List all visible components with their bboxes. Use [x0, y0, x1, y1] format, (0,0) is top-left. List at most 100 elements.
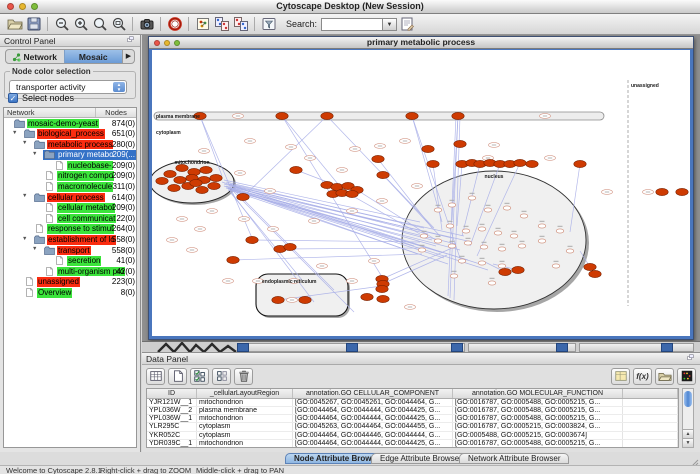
tree-row-biological-process[interactable]: ▼biological_process651(0) [4, 129, 136, 140]
graph-node[interactable] [164, 170, 176, 177]
table-scrollbar[interactable]: ▲ ▼ [682, 388, 694, 448]
expander-icon[interactable]: ▼ [22, 236, 27, 242]
graph-node[interactable] [377, 295, 389, 302]
open-file-icon[interactable] [5, 15, 24, 33]
graph-node[interactable] [464, 241, 472, 245]
graph-node[interactable] [272, 296, 284, 303]
tree-row-nucleobase[interactable]: nucleobase-209(0) [4, 160, 136, 171]
tab-network-attribute-browser[interactable]: Network Attribute Browser [459, 453, 569, 464]
select-attributes-icon[interactable] [190, 368, 209, 385]
graph-node[interactable] [498, 247, 506, 251]
expander-icon[interactable]: ▼ [32, 151, 37, 157]
network-window-titlebar[interactable]: primary metabolic process [149, 37, 693, 49]
graph-node[interactable] [418, 248, 426, 252]
tab-edge-attribute-browser[interactable]: Edge Attribute Browser [371, 453, 471, 464]
graph-node[interactable] [656, 188, 668, 195]
graph-node[interactable] [174, 176, 186, 183]
graph-node[interactable] [434, 239, 442, 243]
table-row[interactable]: YLR295Ccytoplasm[GO:0045263, GO:0044464,… [147, 423, 678, 431]
graph-node[interactable] [372, 155, 384, 162]
graph-node[interactable] [526, 160, 538, 167]
network-graph[interactable]: plasma membranecytoplasmmitochondrionnuc… [152, 50, 690, 336]
table-row[interactable]: YDR039C__1mitochondrion[GO:0044464, GO:0… [147, 440, 678, 448]
background-window-fragment[interactable] [242, 343, 354, 352]
graph-node[interactable] [538, 239, 546, 243]
graph-node[interactable] [452, 112, 464, 119]
graph-node[interactable] [361, 293, 373, 300]
tree-row-response-to-stimul[interactable]: response to stimul264(0) [4, 224, 136, 235]
zoom-fit-icon[interactable] [109, 15, 128, 33]
expander-icon[interactable]: ▼ [12, 130, 17, 136]
scroll-up-arrow[interactable]: ▲ [683, 429, 693, 438]
graph-node[interactable] [538, 224, 546, 228]
close-button[interactable] [7, 3, 14, 10]
background-window-titlebar-fragment[interactable] [237, 343, 249, 352]
scroll-down-arrow[interactable]: ▼ [683, 438, 693, 447]
tree-row-transport[interactable]: ▼transport558(0) [4, 245, 136, 256]
graph-node[interactable] [488, 281, 496, 285]
graph-node[interactable] [290, 166, 302, 173]
tree-row-secretion[interactable]: secretion41(0) [4, 256, 136, 267]
graph-node[interactable] [168, 184, 180, 191]
minimize-button[interactable] [19, 3, 26, 10]
expander-icon[interactable]: ▼ [32, 246, 37, 252]
graph-node[interactable] [462, 229, 470, 233]
graph-node[interactable] [210, 174, 222, 181]
graph-node[interactable] [520, 214, 528, 218]
help-icon[interactable] [165, 15, 184, 33]
minimize-button[interactable] [164, 40, 170, 46]
graph-node[interactable] [450, 274, 458, 278]
graph-node[interactable] [246, 236, 258, 243]
tab-mosaic[interactable]: Mosaic [64, 50, 123, 63]
graph-node[interactable] [458, 259, 466, 263]
function-builder-icon[interactable]: f(x) [633, 368, 652, 385]
tree-row-metabolic-process[interactable]: ▼metabolic process280(0) [4, 139, 136, 150]
background-window-fragment[interactable] [357, 343, 465, 352]
column-header[interactable]: _cellularLayoutRegion [197, 389, 293, 398]
create-attribute-icon[interactable] [168, 368, 187, 385]
filter-icon[interactable] [259, 15, 278, 33]
graph-node[interactable] [478, 261, 486, 265]
graph-node[interactable] [448, 203, 456, 207]
graph-node[interactable] [208, 182, 220, 189]
tab-network[interactable]: Network [6, 50, 64, 63]
graph-node[interactable] [284, 243, 296, 250]
tree-column-network[interactable]: Network [4, 108, 96, 117]
tree-row-cell-communicat[interactable]: cell communicat22(0) [4, 213, 136, 224]
graph-node[interactable] [676, 188, 688, 195]
graph-node[interactable] [376, 285, 388, 292]
tree-column-nodes[interactable]: Nodes [96, 108, 136, 117]
search-dropdown-button[interactable]: ▼ [383, 18, 397, 31]
delete-attribute-icon[interactable] [234, 368, 253, 385]
attribute-table[interactable]: ID_cellularLayoutRegionannotation.GO CEL… [146, 388, 679, 448]
import-file-icon[interactable] [655, 368, 674, 385]
attribute-table-icon[interactable] [146, 368, 165, 385]
graph-node[interactable] [514, 159, 526, 166]
network-view-window[interactable]: primary metabolic process plasma membran… [148, 36, 694, 340]
graph-node[interactable] [276, 112, 288, 119]
table-row[interactable]: YJR121W__1mitochondrion[GO:0045267, GO:0… [147, 399, 678, 407]
tree-row-mosaic-demo-yeast[interactable]: mosaic-demo-yeast874(0) [4, 118, 136, 129]
annotation-icon[interactable] [397, 15, 416, 33]
zoom-button[interactable] [31, 3, 38, 10]
close-button[interactable] [154, 40, 160, 46]
graph-node[interactable] [499, 268, 511, 275]
graph-node[interactable] [518, 244, 526, 248]
graph-node[interactable] [434, 208, 442, 212]
graph-node[interactable] [427, 160, 439, 167]
graph-node[interactable] [377, 171, 389, 178]
graph-node[interactable] [556, 229, 564, 233]
graph-node[interactable] [494, 231, 502, 235]
graph-node[interactable] [237, 193, 249, 200]
expander-icon[interactable]: ▼ [22, 140, 27, 146]
scrollbar-thumb[interactable] [684, 391, 692, 407]
graph-node[interactable] [190, 179, 202, 186]
tree-row-primary-metabo[interactable]: ▼primary metabo209(... [4, 150, 136, 161]
import-table-icon[interactable] [611, 368, 630, 385]
table-row[interactable]: YKR052Ccytoplasm[GO:0044464, GO:0044446,… [147, 432, 678, 440]
background-window-titlebar-fragment[interactable] [451, 343, 463, 352]
graph-node[interactable] [200, 166, 212, 173]
tree-row-nitrogen-compo[interactable]: nitrogen compo209(0) [4, 171, 136, 182]
graph-node[interactable] [227, 256, 239, 263]
column-header[interactable]: annotation.GO MOLECULAR_FUNCTION [453, 389, 623, 398]
